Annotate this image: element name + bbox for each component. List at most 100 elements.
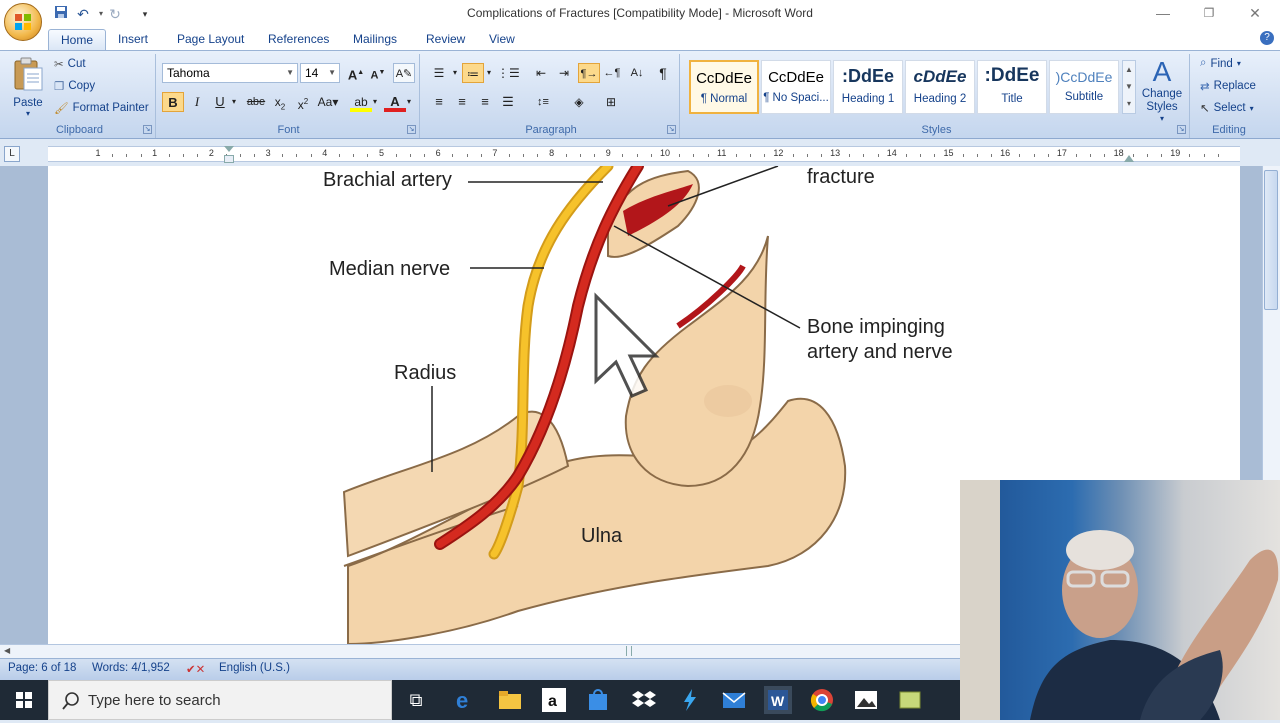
file-explorer-icon[interactable] — [496, 686, 524, 714]
tab-page-layout[interactable]: Page Layout — [165, 29, 256, 50]
notes-icon[interactable] — [896, 686, 924, 714]
restore-icon[interactable]: ❐ — [1186, 0, 1232, 28]
change-styles-button[interactable]: A Change Styles ▾ — [1138, 56, 1186, 123]
proofing-icon[interactable]: ✔✕ — [186, 662, 205, 676]
align-left-icon[interactable]: ≡ — [428, 92, 450, 112]
superscript-icon[interactable]: x2 — [292, 92, 314, 112]
font-color-icon[interactable]: A — [384, 92, 406, 112]
shading-icon[interactable]: ◈ — [568, 92, 590, 112]
tab-review[interactable]: Review — [414, 29, 477, 50]
line-spacing-icon[interactable]: ↕≡ — [532, 92, 554, 112]
bullets-icon[interactable]: ☰ — [428, 63, 450, 83]
italic-icon[interactable]: I — [186, 92, 208, 112]
highlight-dropdown-icon[interactable]: ▾ — [370, 92, 380, 112]
font-color-dropdown-icon[interactable]: ▾ — [404, 92, 414, 112]
word-count[interactable]: Words: 4/1,952 — [92, 662, 170, 674]
strikethrough-icon[interactable]: abe — [245, 92, 267, 112]
minimize-icon[interactable]: — — [1140, 0, 1186, 28]
numbering-dropdown-icon[interactable]: ▾ — [484, 63, 494, 83]
underline-dropdown-icon[interactable]: ▾ — [228, 92, 240, 112]
styles-launcher-icon[interactable]: ↘ — [1177, 125, 1186, 134]
ruler-number: 1 — [95, 148, 101, 158]
redo-icon[interactable]: ↻ — [106, 5, 124, 23]
paste-button[interactable]: Paste ▾ — [8, 56, 48, 118]
scroll-left-icon[interactable]: ◀ — [4, 646, 10, 655]
style-subtitle[interactable]: )CcDdEe Subtitle — [1049, 60, 1119, 114]
cut-button[interactable]: ✂ Cut — [54, 57, 86, 71]
help-icon[interactable]: ? — [1260, 31, 1274, 45]
clear-formatting-icon[interactable]: A✎ — [393, 63, 415, 83]
first-line-indent-marker[interactable] — [224, 146, 234, 152]
close-icon[interactable]: ✕ — [1232, 0, 1278, 28]
horizontal-scroll-thumb[interactable] — [626, 646, 632, 656]
word-taskbar-icon[interactable]: W — [764, 686, 792, 714]
change-case-icon[interactable]: Aa▾ — [317, 92, 339, 112]
start-button[interactable] — [0, 680, 48, 720]
subscript-icon[interactable]: x2 — [269, 92, 291, 112]
customize-qat-icon[interactable]: ▾ — [136, 5, 154, 23]
format-painter-button[interactable]: 🖌 Format Painter — [54, 101, 149, 115]
style-normal[interactable]: CcDdEe ¶ Normal — [689, 60, 759, 114]
font-name-value: Tahoma — [167, 66, 210, 80]
show-formatting-icon[interactable]: ¶ — [652, 63, 674, 83]
tab-insert[interactable]: Insert — [106, 29, 160, 50]
styles-gallery-scroll[interactable]: ▲ ▼ ▾ — [1122, 60, 1136, 114]
store-icon[interactable] — [584, 686, 612, 714]
tab-mailings[interactable]: Mailings — [341, 29, 409, 50]
bullets-dropdown-icon[interactable]: ▾ — [450, 63, 460, 83]
dropbox-icon[interactable] — [630, 686, 658, 714]
tab-references[interactable]: References — [256, 29, 341, 50]
tab-selector[interactable]: L — [4, 146, 20, 162]
style-heading-2[interactable]: cDdEe Heading 2 — [905, 60, 975, 114]
style-heading-1[interactable]: :DdEe Heading 1 — [833, 60, 903, 114]
language-indicator[interactable]: English (U.S.) — [219, 662, 290, 674]
replace-button[interactable]: ⇄ Replace — [1200, 79, 1256, 93]
highlight-icon[interactable]: ab — [350, 92, 372, 112]
mail-icon[interactable] — [720, 686, 748, 714]
justify-icon[interactable]: ☰ — [497, 92, 519, 112]
tab-home[interactable]: Home — [48, 29, 107, 50]
horizontal-ruler[interactable]: 1 1 2 3 4 5 6 7 8 9 10 11 12 13 14 15 16 17 18 19 — [48, 146, 1240, 163]
grow-font-icon[interactable]: A▲ — [345, 63, 367, 83]
borders-icon[interactable]: ⊞ — [600, 92, 622, 112]
right-indent-marker[interactable] — [1124, 155, 1134, 162]
app-lightning-icon[interactable] — [676, 686, 704, 714]
task-view-icon[interactable]: ⧉ — [402, 686, 430, 714]
find-button[interactable]: ⌕ Find ▾ — [1200, 57, 1241, 70]
office-button[interactable] — [4, 3, 42, 41]
align-center-icon[interactable]: ≡ — [451, 92, 473, 112]
paragraph-launcher-icon[interactable]: ↘ — [667, 125, 676, 134]
select-button[interactable]: ↖ Select ▾ — [1200, 101, 1254, 115]
style-no-spacing[interactable]: CcDdEe ¶ No Spaci... — [761, 60, 831, 114]
ltr-icon[interactable]: ¶→ — [578, 63, 600, 83]
vertical-scroll-thumb[interactable] — [1264, 170, 1278, 310]
ruler-number: 13 — [830, 148, 841, 158]
font-name-combo[interactable]: Tahoma ▼ — [162, 63, 298, 83]
page-indicator[interactable]: Page: 6 of 18 — [8, 662, 76, 674]
undo-icon[interactable]: ↶ — [74, 5, 92, 23]
save-icon[interactable] — [52, 5, 70, 23]
view-ruler-toggle[interactable] — [1262, 140, 1280, 166]
font-size-combo[interactable]: 14 ▼ — [300, 63, 340, 83]
edge-icon[interactable]: e — [452, 686, 480, 714]
chrome-icon[interactable] — [808, 686, 836, 714]
align-right-icon[interactable]: ≡ — [474, 92, 496, 112]
sort-icon[interactable]: A↓ — [626, 63, 648, 83]
copy-button[interactable]: ❐ Copy — [54, 79, 95, 93]
photos-icon[interactable] — [852, 686, 880, 714]
numbering-icon[interactable]: ≔ — [462, 63, 484, 83]
tab-view[interactable]: View — [477, 29, 527, 50]
bold-icon[interactable]: B — [162, 92, 184, 112]
shrink-font-icon[interactable]: A▼ — [367, 63, 389, 83]
clipboard-launcher-icon[interactable]: ↘ — [143, 125, 152, 134]
style-title[interactable]: :DdEe Title — [977, 60, 1047, 114]
multilevel-list-icon[interactable]: ⋮☰ — [497, 63, 520, 83]
decrease-indent-icon[interactable]: ⇤ — [530, 63, 552, 83]
increase-indent-icon[interactable]: ⇥ — [553, 63, 575, 83]
amazon-icon[interactable]: a — [540, 686, 568, 714]
left-indent-marker[interactable] — [224, 155, 234, 163]
font-launcher-icon[interactable]: ↘ — [407, 125, 416, 134]
rtl-icon[interactable]: ←¶ — [601, 63, 623, 83]
paste-dropdown-icon[interactable]: ▾ — [8, 109, 48, 118]
ruler-tick — [976, 154, 978, 157]
